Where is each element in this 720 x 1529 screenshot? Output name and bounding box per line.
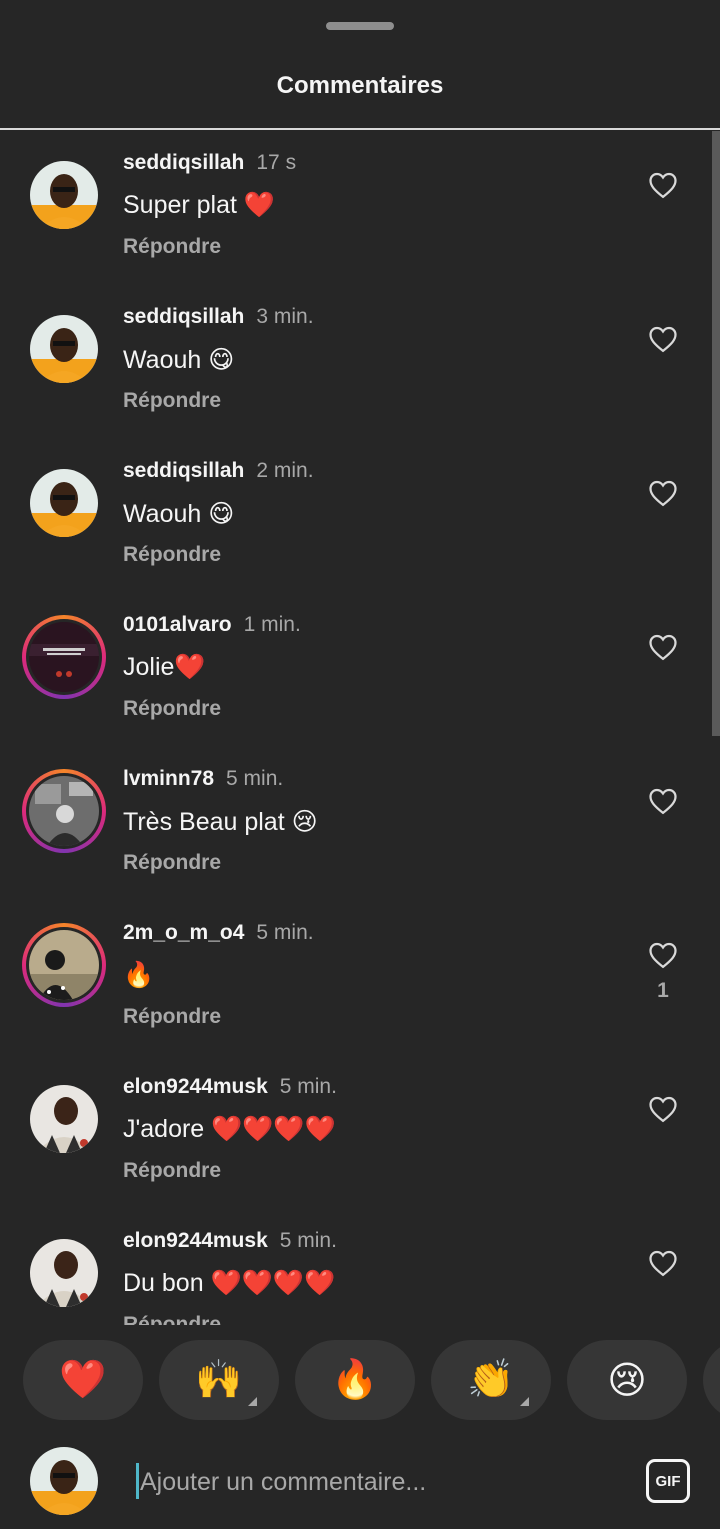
timestamp: 3 min. <box>256 305 314 328</box>
comment-text: Du bon ❤️❤️❤️❤️ <box>123 1269 336 1297</box>
skin-tone-indicator <box>520 1397 529 1406</box>
gif-icon[interactable]: GIF <box>646 1459 690 1503</box>
avatar-story-ring[interactable] <box>22 923 106 1007</box>
timestamp: 5 min. <box>279 1075 337 1098</box>
heart-outline-icon[interactable] <box>648 1095 678 1123</box>
heart-outline-icon[interactable] <box>648 633 678 661</box>
comment-item: seddiqsillah 17 s Super plat ❤️ Répondre <box>0 131 712 285</box>
reaction-more-button[interactable] <box>703 1340 720 1420</box>
fire-emoji: 🔥 <box>331 1359 379 1401</box>
avatar <box>29 622 99 692</box>
avatar[interactable] <box>30 161 98 229</box>
raised-hands-emoji: 🙌 <box>195 1359 243 1401</box>
reply-button[interactable]: Répondre <box>123 1313 221 1325</box>
comment-item: 2m_o_m_o4 5 min. 🔥 Répondre <box>0 901 712 1055</box>
crying-face-emoji: 😢 <box>607 1359 647 1402</box>
reaction-clap-button[interactable]: 👏 <box>431 1340 551 1420</box>
quick-reactions-bar: ❤️ 🙌 🔥 👏 😢 <box>0 1325 720 1435</box>
comment-text: Jolie❤️ <box>123 653 206 681</box>
comment-text: J'adore ❤️❤️❤️❤️ <box>123 1115 336 1143</box>
reaction-crying-button[interactable]: 😢 <box>567 1340 687 1420</box>
comment-meta: lvminn78 5 min. <box>123 767 283 791</box>
comment-text: Super plat ❤️ <box>123 191 276 219</box>
avatar-story-ring[interactable] <box>22 615 106 699</box>
heart-emoji: ❤️ <box>59 1359 107 1401</box>
heart-outline-icon[interactable] <box>648 1249 678 1277</box>
drag-handle[interactable] <box>326 22 394 30</box>
comment-meta: seddiqsillah 3 min. <box>123 305 314 329</box>
reply-button[interactable]: Répondre <box>123 389 221 413</box>
comment-text: Waouh 😋 <box>123 346 235 374</box>
comment-list[interactable]: seddiqsillah 17 s Super plat ❤️ Répondre … <box>0 131 712 1325</box>
comment-item: seddiqsillah 2 min. Waouh 😋 Répondre <box>0 439 712 593</box>
username[interactable]: elon9244musk <box>123 1229 268 1252</box>
comment-meta: seddiqsillah 2 min. <box>123 459 314 483</box>
avatar[interactable] <box>30 469 98 537</box>
timestamp: 5 min. <box>226 767 284 790</box>
timestamp: 1 min. <box>243 613 301 636</box>
comments-sheet: Commentaires seddiqsillah 17 s Super plat… <box>0 0 720 1529</box>
reply-button[interactable]: Répondre <box>123 697 221 721</box>
username[interactable]: 0101alvaro <box>123 613 232 636</box>
reply-button[interactable]: Répondre <box>123 851 221 875</box>
comment-item: 0101alvaro 1 min. Jolie❤️ Répondre <box>0 593 712 747</box>
avatar[interactable] <box>30 1239 98 1307</box>
comment-item: elon9244musk 5 min. J'adore ❤️❤️❤️❤️ Répo… <box>0 1055 712 1209</box>
reaction-raised-hands-button[interactable]: 🙌 <box>159 1340 279 1420</box>
like-count: 1 <box>657 979 669 1002</box>
heart-outline-icon[interactable] <box>648 479 678 507</box>
username[interactable]: seddiqsillah <box>123 459 244 482</box>
timestamp: 2 min. <box>256 459 314 482</box>
comment-item: lvminn78 5 min. Très Beau plat 😢 Répondre <box>0 747 712 901</box>
username[interactable]: seddiqsillah <box>123 305 244 328</box>
reply-button[interactable]: Répondre <box>123 1159 221 1183</box>
username[interactable]: elon9244musk <box>123 1075 268 1098</box>
reaction-heart-button[interactable]: ❤️ <box>23 1340 143 1420</box>
comment-meta: 0101alvaro 1 min. <box>123 613 301 637</box>
heart-outline-icon[interactable] <box>648 787 678 815</box>
heart-outline-icon[interactable] <box>648 171 678 199</box>
comment-composer: GIF <box>0 1435 720 1529</box>
heart-outline-icon[interactable] <box>648 941 678 969</box>
sheet-title: Commentaires <box>276 72 444 99</box>
comment-text: Waouh 😋 <box>123 500 235 528</box>
header-divider <box>0 128 720 130</box>
comment-text: 🔥 <box>123 961 155 989</box>
comment-meta: elon9244musk 5 min. <box>123 1229 337 1253</box>
timestamp: 17 s <box>256 151 297 174</box>
avatar <box>29 776 99 846</box>
username[interactable]: lvminn78 <box>123 767 214 790</box>
avatar[interactable] <box>30 1085 98 1153</box>
skin-tone-indicator <box>248 1397 257 1406</box>
avatar[interactable] <box>30 315 98 383</box>
heart-outline-icon[interactable] <box>648 325 678 353</box>
clapping-hands-emoji: 👏 <box>467 1359 515 1401</box>
avatar <box>29 930 99 1000</box>
comment-item: seddiqsillah 3 min. Waouh 😋 Répondre <box>0 285 712 439</box>
comment-item: elon9244musk 5 min. Du bon ❤️❤️❤️❤️ Répon… <box>0 1209 712 1325</box>
comment-meta: seddiqsillah 17 s <box>123 151 296 175</box>
reply-button[interactable]: Répondre <box>123 235 221 259</box>
scrollbar[interactable] <box>712 131 720 736</box>
timestamp: 5 min. <box>279 1229 337 1252</box>
comment-input[interactable] <box>138 1457 622 1507</box>
current-user-avatar <box>30 1447 98 1515</box>
reaction-fire-button[interactable]: 🔥 <box>295 1340 415 1420</box>
username[interactable]: seddiqsillah <box>123 151 244 174</box>
comment-meta: elon9244musk 5 min. <box>123 1075 337 1099</box>
avatar-story-ring[interactable] <box>22 769 106 853</box>
timestamp: 5 min. <box>256 921 314 944</box>
comment-meta: 2m_o_m_o4 5 min. <box>123 921 314 945</box>
reply-button[interactable]: Répondre <box>123 1005 221 1029</box>
username[interactable]: 2m_o_m_o4 <box>123 921 244 944</box>
comment-text: Très Beau plat 😢 <box>123 808 318 836</box>
reply-button[interactable]: Répondre <box>123 543 221 567</box>
